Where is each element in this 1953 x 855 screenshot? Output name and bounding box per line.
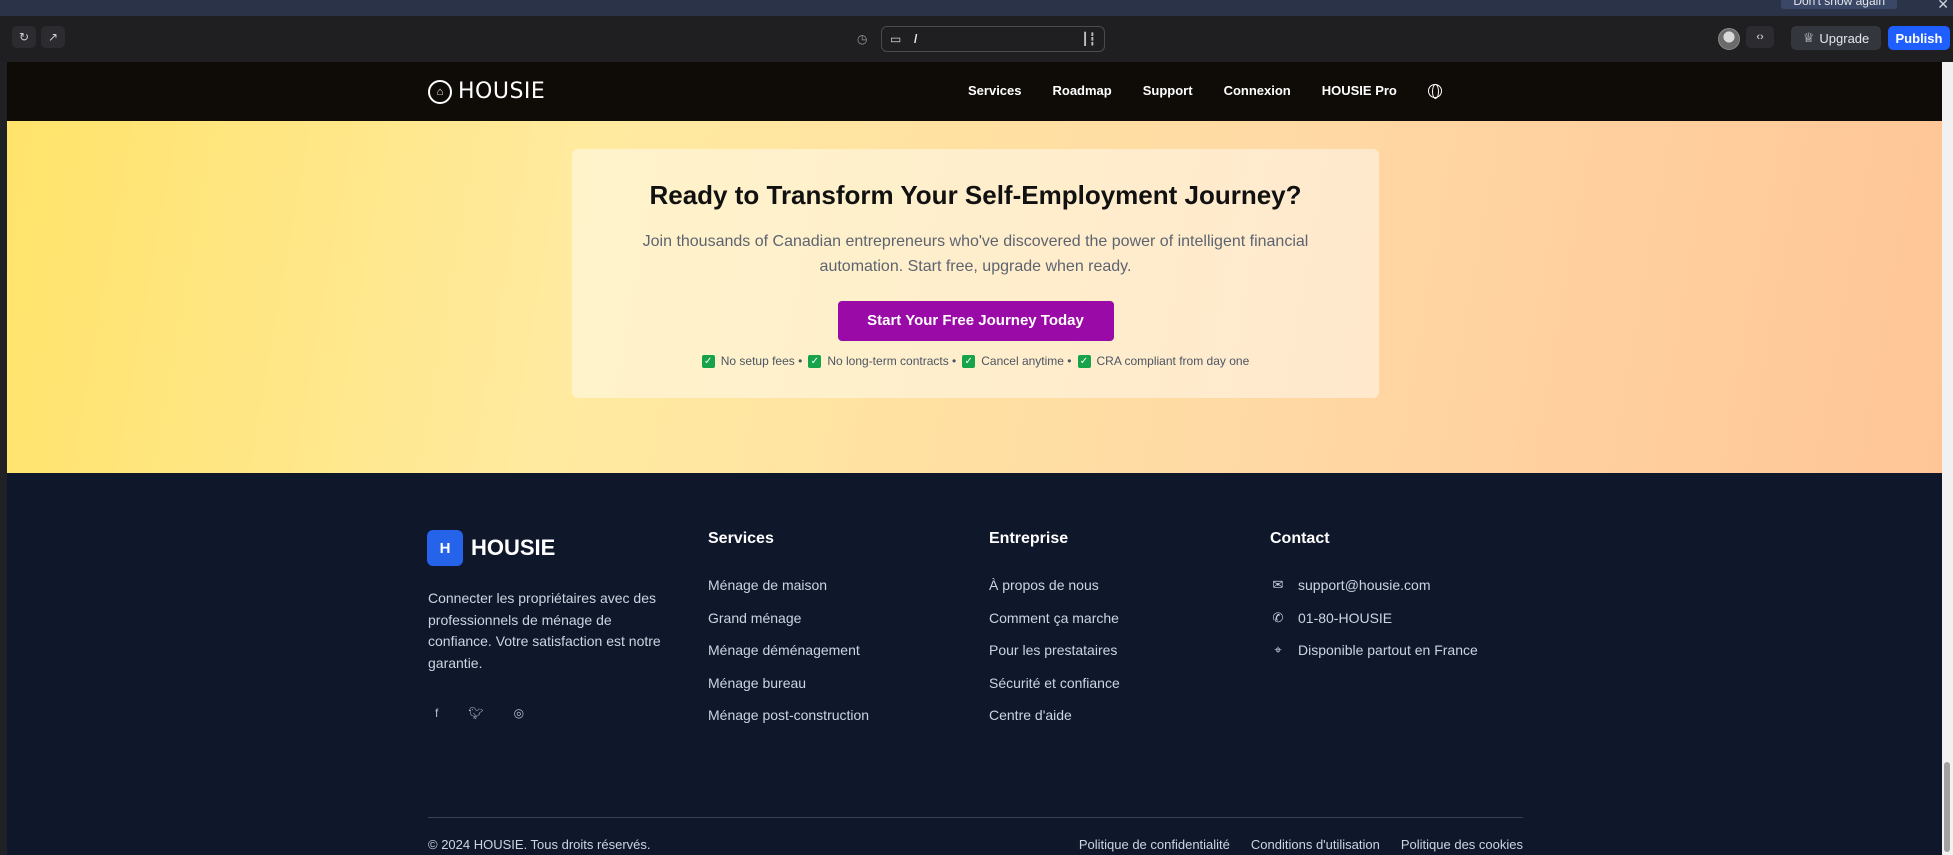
contact-email[interactable]: ✉ support@housie.com	[1270, 569, 1478, 602]
nav-link-connexion[interactable]: Connexion	[1224, 83, 1291, 98]
dont-show-again-button[interactable]: Don't show again	[1781, 0, 1897, 9]
open-external-icon[interactable]: ↗	[41, 26, 65, 48]
upgrade-button[interactable]: ♕ Upgrade	[1791, 26, 1881, 50]
site-preview: ⌂ HOUSIE Services Roadmap Support Connex…	[7, 62, 1942, 855]
social-links: f 🐦︎ ◎	[435, 706, 524, 720]
benefit-item: Cancel anytime •	[981, 354, 1072, 368]
check-icon: ✓	[808, 354, 822, 368]
site-logo[interactable]: ⌂ HOUSIE	[428, 79, 545, 104]
benefit-list: ✓ No setup fees • ✓ No long-term contrac…	[572, 354, 1379, 368]
refresh-icon[interactable]: ↻	[12, 26, 36, 48]
site-footer: H HOUSIE Connecter les propriétaires ave…	[7, 473, 1942, 855]
footer-link[interactable]: Pour les prestataires	[989, 634, 1120, 667]
scrollbar-thumb[interactable]	[1944, 762, 1950, 852]
cta-title: Ready to Transform Your Self-Employment …	[649, 180, 1302, 210]
legal-links: Politique de confidentialité Conditions …	[1079, 837, 1523, 852]
check-icon: ✓	[1077, 354, 1091, 368]
cta-subtitle: Join thousands of Canadian entrepreneurs…	[642, 233, 1309, 275]
site-navbar: ⌂ HOUSIE Services Roadmap Support Connex…	[7, 62, 1942, 121]
cookies-link[interactable]: Politique des cookies	[1401, 837, 1523, 852]
device-size-icon[interactable]: ┃┇	[1082, 32, 1096, 46]
footer-link[interactable]: Ménage post-construction	[708, 699, 869, 732]
footer-link[interactable]: Sécurité et confiance	[989, 667, 1120, 700]
footer-company-title: Entreprise	[989, 530, 1069, 547]
benefit-item: No long-term contracts •	[827, 354, 957, 368]
url-bar[interactable]: ▭ / ┃┇	[881, 26, 1105, 52]
copyright: © 2024 HOUSIE. Tous droits réservés.	[428, 837, 651, 852]
phone-icon: ✆	[1272, 609, 1284, 625]
terms-link[interactable]: Conditions d'utilisation	[1251, 837, 1380, 852]
start-journey-button[interactable]: Start Your Free Journey Today	[837, 301, 1114, 341]
crown-icon: ♕	[1802, 30, 1815, 45]
upgrade-label: Upgrade	[1819, 30, 1870, 46]
footer-company-column: Entreprise À propos de nous Comment ça m…	[989, 530, 1120, 732]
publish-button[interactable]: Publish	[1888, 26, 1950, 50]
nav-link-services[interactable]: Services	[968, 83, 1022, 98]
close-icon[interactable]: ✕	[1937, 0, 1949, 13]
check-icon: ✓	[962, 354, 976, 368]
contact-location: ⌖ Disponible partout en France	[1270, 634, 1478, 667]
footer-brand-name: HOUSIE	[471, 535, 556, 560]
logo-text: HOUSIE	[458, 79, 546, 104]
nav-link-housie-pro[interactable]: HOUSIE Pro	[1322, 83, 1397, 98]
footer-divider	[428, 817, 1523, 818]
footer-link[interactable]: Grand ménage	[708, 602, 869, 635]
brand-badge: H	[427, 530, 463, 566]
book-icon: ▭	[890, 32, 902, 46]
benefit-item: No setup fees •	[720, 354, 803, 368]
footer-services-title: Services	[708, 530, 774, 547]
mail-icon: ✉	[1272, 577, 1284, 593]
footer-link[interactable]: Ménage bureau	[708, 667, 869, 700]
footer-logo[interactable]: H HOUSIE	[427, 530, 555, 566]
contact-phone[interactable]: ✆ 01-80-HOUSIE	[1270, 602, 1478, 635]
footer-contact-title: Contact	[1270, 530, 1330, 547]
twitter-icon[interactable]: 🐦︎	[468, 706, 483, 720]
footer-link[interactable]: Centre d'aide	[989, 699, 1120, 732]
nav-link-roadmap[interactable]: Roadmap	[1053, 83, 1112, 98]
nav-links: Services Roadmap Support Connexion HOUSI…	[968, 83, 1442, 99]
globe-icon[interactable]	[1427, 83, 1442, 99]
house-icon: ⌂	[428, 79, 452, 104]
cta-section: Ready to Transform Your Self-Employment …	[7, 121, 1942, 473]
code-icon[interactable]: ‹›	[1746, 26, 1774, 48]
footer-link[interactable]: Comment ça marche	[989, 602, 1120, 635]
url-path: /	[914, 32, 918, 46]
contact-email-text: support@housie.com	[1298, 577, 1431, 594]
footer-description: Connecter les propriétaires avec des pro…	[428, 590, 661, 671]
footer-services-column: Services Ménage de maison Grand ménage M…	[708, 530, 869, 732]
nav-link-support[interactable]: Support	[1143, 83, 1193, 98]
benefit-item: CRA compliant from day one	[1096, 354, 1250, 368]
page-scrollbar[interactable]	[1942, 62, 1953, 855]
check-icon: ✓	[701, 354, 715, 368]
footer-link[interactable]: Ménage déménagement	[708, 634, 869, 667]
facebook-icon[interactable]: f	[435, 706, 438, 720]
history-icon[interactable]: ◷	[857, 32, 867, 46]
editor-toolbar: ↻ ↗ ◷ ▭ / ┃┇ ‹› ♕ Upgrade Publish	[0, 16, 1953, 62]
map-pin-icon: ⌖	[1274, 642, 1282, 658]
footer-link[interactable]: À propos de nous	[989, 569, 1120, 602]
footer-contact-column: Contact ✉ support@housie.com ✆ 01-80-HOU…	[1270, 530, 1478, 667]
contact-phone-text: 01-80-HOUSIE	[1298, 609, 1393, 626]
instagram-icon[interactable]: ◎	[514, 706, 524, 720]
contact-location-text: Disponible partout en France	[1298, 642, 1478, 659]
privacy-link[interactable]: Politique de confidentialité	[1079, 837, 1230, 852]
footer-link[interactable]: Ménage de maison	[708, 569, 869, 602]
notification-strip: Don't show again ✕	[0, 0, 1953, 16]
avatar[interactable]	[1718, 28, 1740, 50]
cta-card: Ready to Transform Your Self-Employment …	[572, 149, 1379, 398]
